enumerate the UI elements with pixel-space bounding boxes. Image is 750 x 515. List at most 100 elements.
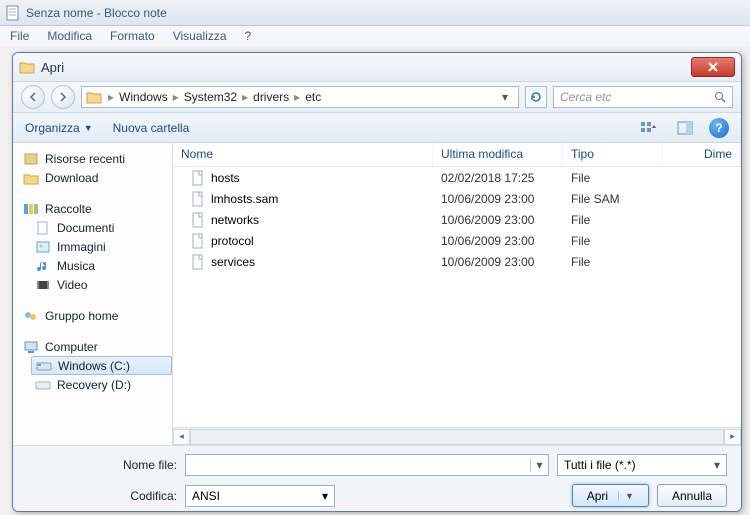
preview-pane-button[interactable] — [673, 118, 697, 138]
sidebar-item-documents[interactable]: Documenti — [23, 218, 172, 237]
sidebar-item-drive-d[interactable]: Recovery (D:) — [23, 375, 172, 394]
file-modified: 10/06/2009 23:00 — [433, 234, 563, 248]
file-name: protocol — [211, 234, 254, 248]
notepad-title: Senza nome - Blocco note — [26, 6, 167, 20]
file-modified: 10/06/2009 23:00 — [433, 213, 563, 227]
file-type: File — [563, 255, 663, 269]
filename-input[interactable]: ▾ — [185, 454, 549, 476]
open-button[interactable]: Apri▼ — [572, 484, 649, 507]
encoding-select[interactable]: ANSI▾ — [185, 485, 335, 507]
drive-icon — [35, 378, 51, 392]
toolbar: Organizza ▼ Nuova cartella ? — [13, 113, 741, 143]
sidebar-item-music[interactable]: Musica — [23, 256, 172, 275]
horizontal-scrollbar[interactable]: ◂ ▸ — [173, 427, 741, 445]
libraries-icon — [23, 202, 39, 216]
scroll-left-icon[interactable]: ◂ — [173, 429, 190, 445]
sidebar-group-libraries[interactable]: Raccolte — [23, 199, 172, 218]
file-icon — [191, 212, 205, 228]
organize-label: Organizza — [25, 121, 80, 135]
filename-label: Nome file: — [27, 458, 177, 472]
open-split-icon[interactable]: ▼ — [618, 491, 634, 501]
col-modified[interactable]: Ultima modifica — [433, 143, 563, 166]
breadcrumb-seg[interactable]: Windows — [116, 90, 171, 104]
back-button[interactable] — [21, 85, 45, 109]
newfolder-button[interactable]: Nuova cartella — [113, 121, 190, 135]
music-icon — [35, 259, 51, 273]
open-dialog: Apri ▸ Windows ▸ System32 ▸ drivers ▸ et… — [12, 52, 742, 512]
refresh-button[interactable] — [525, 86, 547, 108]
breadcrumb-seg[interactable]: drivers — [250, 90, 292, 104]
video-icon — [35, 278, 51, 292]
sidebar-item-download[interactable]: Download — [23, 168, 172, 187]
dialog-titlebar: Apri — [13, 53, 741, 81]
menu-format[interactable]: Formato — [110, 29, 155, 43]
breadcrumb-sep: ▸ — [106, 90, 116, 104]
menu-view[interactable]: Visualizza — [173, 29, 227, 43]
notepad-titlebar: Senza nome - Blocco note — [0, 0, 750, 26]
search-input[interactable]: Cerca etc — [553, 86, 733, 108]
homegroup-icon — [23, 309, 39, 323]
sidebar: Risorse recenti Download Raccolte Docume… — [13, 143, 173, 445]
chevron-down-icon: ▾ — [714, 458, 720, 472]
images-icon — [35, 240, 51, 254]
computer-icon — [23, 340, 39, 354]
notepad-icon — [6, 5, 20, 21]
file-name: services — [211, 255, 255, 269]
scroll-right-icon[interactable]: ▸ — [724, 429, 741, 445]
file-pane: Nome Ultima modifica Tipo Dime hosts 02/0… — [173, 143, 741, 445]
file-row[interactable]: protocol 10/06/2009 23:00File — [173, 230, 741, 251]
sidebar-group-computer[interactable]: Computer — [23, 337, 172, 356]
breadcrumb-seg[interactable]: etc — [302, 90, 324, 104]
encoding-label: Codifica: — [27, 489, 177, 503]
file-name: hosts — [211, 171, 240, 185]
scroll-track[interactable] — [190, 429, 724, 445]
cancel-button[interactable]: Annulla — [657, 484, 727, 507]
sidebar-item-recent[interactable]: Risorse recenti — [23, 149, 172, 168]
file-row[interactable]: networks10/06/2009 23:00File — [173, 209, 741, 230]
view-mode-button[interactable] — [637, 118, 661, 138]
file-icon — [191, 254, 205, 270]
file-modified: 10/06/2009 23:00 — [433, 192, 563, 206]
recent-icon — [23, 152, 39, 166]
menu-help[interactable]: ? — [245, 29, 252, 43]
forward-button[interactable] — [51, 85, 75, 109]
sidebar-group-homegroup[interactable]: Gruppo home — [23, 306, 172, 325]
sidebar-item-drive-c[interactable]: Windows (C:) — [31, 356, 172, 375]
search-icon — [714, 91, 726, 103]
chevron-down-icon: ▾ — [322, 489, 328, 503]
file-row[interactable]: lmhosts.sam10/06/2009 23:00File SAM — [173, 188, 741, 209]
filetype-filter[interactable]: Tutti i file (*.*)▾ — [557, 454, 727, 476]
file-icon — [191, 170, 205, 186]
file-name: networks — [211, 213, 259, 227]
organize-menu[interactable]: Organizza ▼ — [25, 121, 93, 135]
folder-icon — [86, 90, 102, 104]
search-placeholder: Cerca etc — [560, 90, 611, 104]
breadcrumb-dropdown-icon[interactable]: ▾ — [496, 90, 514, 104]
col-name[interactable]: Nome — [173, 143, 433, 166]
sidebar-item-images[interactable]: Immagini — [23, 237, 172, 256]
dialog-icon — [19, 60, 35, 74]
col-dim[interactable]: Dime — [663, 143, 741, 166]
close-button[interactable] — [691, 57, 735, 77]
chevron-down-icon: ▼ — [84, 123, 93, 133]
file-name: lmhosts.sam — [211, 192, 278, 206]
help-button[interactable]: ? — [709, 118, 729, 138]
file-icon — [191, 233, 205, 249]
col-type[interactable]: Tipo — [563, 143, 663, 166]
file-row[interactable]: services 10/06/2009 23:00File — [173, 251, 741, 272]
drive-icon — [36, 359, 52, 373]
menu-edit[interactable]: Modifica — [47, 29, 92, 43]
file-modified: 02/02/2018 17:25 — [433, 171, 563, 185]
breadcrumb-seg[interactable]: System32 — [181, 90, 240, 104]
file-modified: 10/06/2009 23:00 — [433, 255, 563, 269]
navbar: ▸ Windows ▸ System32 ▸ drivers ▸ etc ▾ C… — [13, 81, 741, 113]
dialog-title: Apri — [41, 60, 691, 75]
documents-icon — [35, 221, 51, 235]
menu-file[interactable]: File — [10, 29, 29, 43]
breadcrumb[interactable]: ▸ Windows ▸ System32 ▸ drivers ▸ etc ▾ — [81, 86, 519, 108]
sidebar-item-video[interactable]: Video — [23, 275, 172, 294]
filename-dropdown-icon[interactable]: ▾ — [530, 458, 548, 472]
dialog-bottom: Nome file: ▾ Tutti i file (*.*)▾ Codific… — [13, 445, 741, 512]
file-row[interactable]: hosts02/02/2018 17:25File — [173, 167, 741, 188]
file-type: File — [563, 234, 663, 248]
